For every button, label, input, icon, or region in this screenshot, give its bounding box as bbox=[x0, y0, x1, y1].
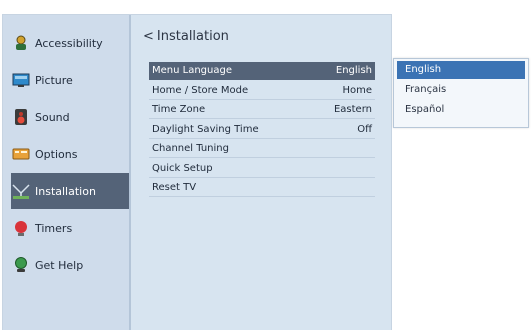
picture-icon bbox=[11, 70, 31, 90]
menu-item-label: Home / Store Mode bbox=[152, 84, 249, 96]
sidebar-item-label: Timers bbox=[35, 221, 73, 235]
installation-icon bbox=[11, 181, 31, 201]
accessibility-icon bbox=[11, 33, 31, 53]
menu-item-value: Eastern bbox=[333, 104, 372, 115]
menu-item-home-store-mode[interactable]: Home / Store Mode Home bbox=[149, 82, 375, 100]
menu-item-menu-language[interactable]: Menu Language English bbox=[149, 62, 375, 80]
options-icon bbox=[11, 144, 31, 164]
dropdown-option-espanol[interactable]: Español bbox=[397, 101, 525, 119]
page-title-text: Installation bbox=[156, 29, 229, 44]
menu-item-time-zone[interactable]: Time Zone Eastern bbox=[149, 101, 375, 119]
menu-item-value: Home bbox=[342, 84, 372, 96]
sidebar-item-options[interactable]: Options bbox=[11, 136, 129, 172]
menu-item-channel-tuning[interactable]: Channel Tuning bbox=[149, 140, 375, 158]
installation-menu: Menu Language English Home / Store Mode … bbox=[149, 62, 375, 199]
menu-item-label: Channel Tuning bbox=[152, 143, 229, 154]
menu-item-label: Reset TV bbox=[152, 182, 197, 193]
menu-item-value: English bbox=[335, 65, 372, 76]
help-icon bbox=[11, 255, 31, 275]
sidebar-item-label: Options bbox=[35, 147, 78, 161]
sidebar-item-label: Installation bbox=[35, 184, 96, 198]
language-dropdown: English Français Español bbox=[393, 58, 529, 128]
page-title: < Installation bbox=[143, 29, 229, 44]
back-icon[interactable]: < bbox=[143, 29, 154, 44]
sidebar: Accessibility Picture Sound Options Inst bbox=[3, 15, 131, 330]
menu-item-label: Menu Language bbox=[152, 65, 232, 76]
sidebar-item-get-help[interactable]: Get Help bbox=[11, 247, 129, 283]
menu-item-label: Quick Setup bbox=[152, 162, 213, 174]
sidebar-item-label: Picture bbox=[35, 73, 73, 87]
timers-icon bbox=[11, 218, 31, 238]
sidebar-item-timers[interactable]: Timers bbox=[11, 210, 129, 246]
menu-item-reset-tv[interactable]: Reset TV bbox=[149, 179, 375, 197]
main-panel: < Installation Menu Language English Hom… bbox=[143, 15, 383, 330]
menu-item-value: Off bbox=[357, 123, 372, 135]
settings-window: Accessibility Picture Sound Options Inst bbox=[2, 14, 392, 330]
menu-item-label: Time Zone bbox=[152, 104, 206, 115]
sidebar-item-label: Get Help bbox=[35, 258, 84, 272]
dropdown-option-francais[interactable]: Français bbox=[397, 81, 525, 99]
menu-item-daylight-saving-time[interactable]: Daylight Saving Time Off bbox=[149, 121, 375, 139]
sidebar-item-accessibility[interactable]: Accessibility bbox=[11, 25, 129, 61]
sidebar-item-sound[interactable]: Sound bbox=[11, 99, 129, 135]
sidebar-item-picture[interactable]: Picture bbox=[11, 62, 129, 98]
dropdown-option-english[interactable]: English bbox=[397, 61, 525, 79]
menu-item-quick-setup[interactable]: Quick Setup bbox=[149, 160, 375, 178]
sidebar-item-label: Accessibility bbox=[35, 36, 103, 50]
sound-icon bbox=[11, 107, 31, 127]
sidebar-item-installation[interactable]: Installation bbox=[11, 173, 129, 209]
menu-item-label: Daylight Saving Time bbox=[152, 123, 259, 135]
sidebar-item-label: Sound bbox=[35, 110, 70, 124]
